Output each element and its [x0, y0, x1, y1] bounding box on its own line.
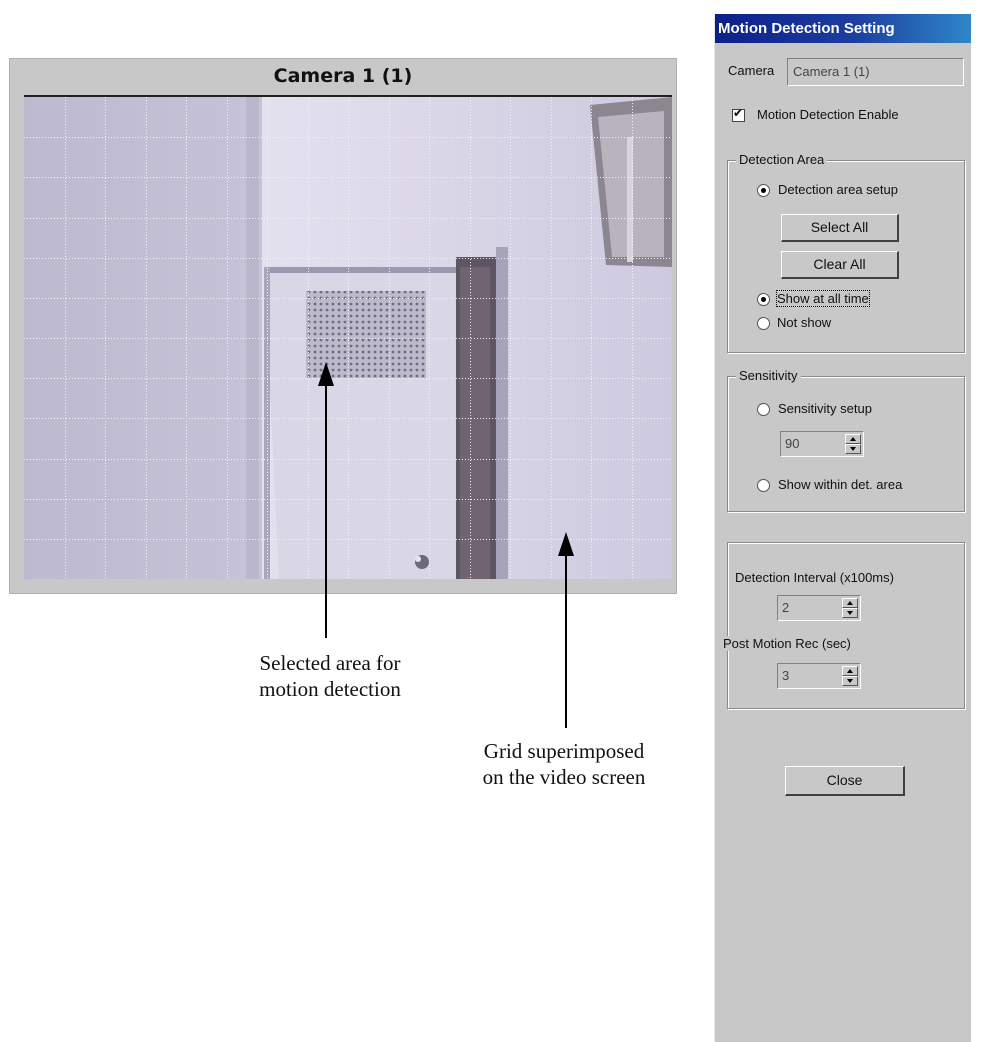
dialog-title-bar[interactable]: Motion Detection Setting	[715, 14, 971, 43]
annotation-grid-line-1: Grid superimposed	[483, 739, 645, 763]
not-show-radio[interactable]	[757, 317, 770, 330]
motion-enable-checkbox[interactable]	[732, 106, 745, 122]
annotation-grid: Grid superimposed on the video screen	[435, 738, 693, 790]
post-motion-value: 3	[782, 668, 790, 683]
camera-view-window: Camera 1 (1)	[9, 58, 677, 594]
sensitivity-setup-radio[interactable]	[757, 403, 770, 416]
post-motion-label: Post Motion Rec (sec)	[723, 636, 857, 651]
detection-interval-spinner[interactable]: 2	[777, 595, 861, 621]
not-show-label: Not show	[777, 315, 832, 330]
detection-interval-value: 2	[782, 600, 790, 615]
camera-view-title: Camera 1 (1)	[273, 65, 413, 87]
sensitivity-group-label: Sensitivity	[736, 368, 801, 384]
camera-label: Camera	[728, 63, 775, 78]
post-motion-spinner[interactable]: 3	[777, 663, 861, 689]
detection-area-setup-radio[interactable]	[757, 184, 770, 197]
motion-detection-dialog: Motion Detection Setting Camera Camera 1…	[714, 14, 971, 1042]
sensitivity-down-icon[interactable]	[845, 444, 861, 454]
sensitivity-up-icon[interactable]	[845, 434, 861, 444]
detection-area-group-label: Detection Area	[736, 152, 828, 168]
motion-enable-label: Motion Detection Enable	[757, 107, 899, 122]
post-motion-up-icon[interactable]	[842, 666, 858, 676]
annotation-grid-line-2: on the video screen	[482, 765, 646, 789]
camera-name-field: Camera 1 (1)	[787, 58, 964, 86]
interval-down-icon[interactable]	[842, 608, 858, 618]
video-frame	[24, 97, 672, 579]
sensitivity-spinner[interactable]: 90	[780, 431, 864, 457]
detection-area-setup-label: Detection area setup	[778, 182, 898, 197]
sensitivity-setup-label: Sensitivity setup	[778, 401, 872, 416]
interval-up-icon[interactable]	[842, 598, 858, 608]
show-within-area-label: Show within det. area	[778, 477, 903, 492]
sensitivity-value: 90	[785, 436, 800, 451]
select-all-button[interactable]: Select All	[781, 214, 899, 242]
detection-interval-label: Detection Interval (x100ms)	[735, 570, 894, 585]
clear-all-button[interactable]: Clear All	[781, 251, 899, 279]
annotation-selected-area: Selected area for motion detection	[210, 650, 450, 702]
video-screen[interactable]	[24, 95, 672, 579]
annotation-selected-line-1: Selected area for	[259, 651, 401, 675]
close-button[interactable]: Close	[785, 766, 905, 796]
show-all-time-radio[interactable]	[757, 293, 770, 306]
post-motion-down-icon[interactable]	[842, 676, 858, 686]
annotation-selected-line-2: motion detection	[259, 677, 401, 701]
show-within-area-radio[interactable]	[757, 479, 770, 492]
show-all-time-label: Show at all time	[776, 290, 870, 307]
